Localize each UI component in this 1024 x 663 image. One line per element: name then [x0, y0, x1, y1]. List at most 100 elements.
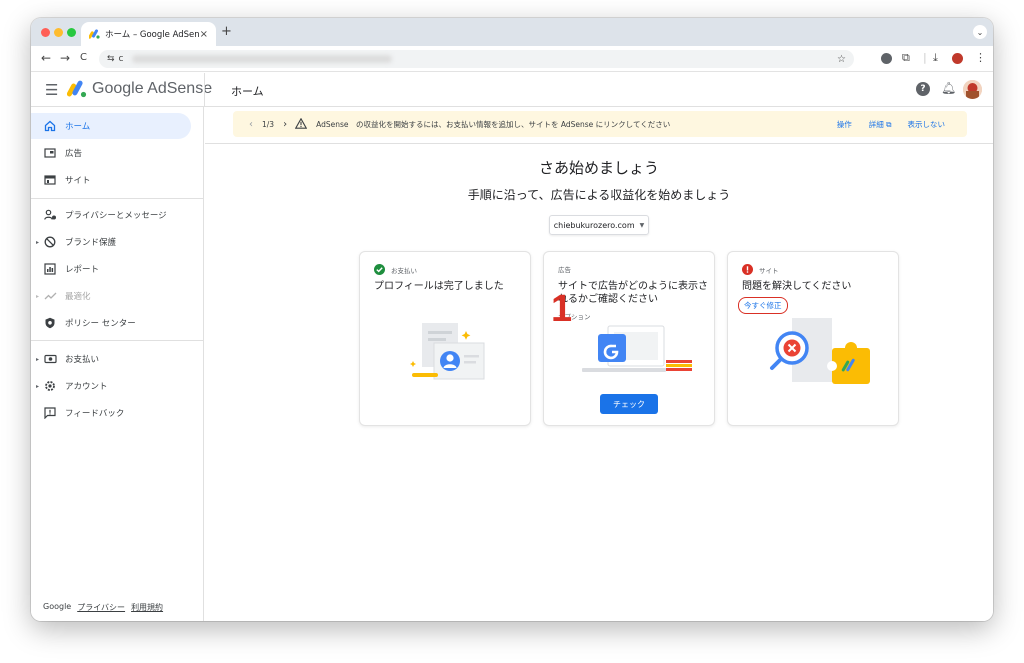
expand-arrow-icon[interactable]: ▸ [36, 356, 39, 363]
tab-title: ホーム – Google AdSense [105, 30, 200, 40]
bookmark-star-icon[interactable]: ☆ [837, 54, 846, 65]
sidebar-item-home[interactable]: ホーム [31, 113, 191, 139]
banner-next-icon[interactable]: › [283, 119, 287, 130]
ads-preview-card: 広告 サイトで広告がどのように表示されるかご確認ください オプション チェック [543, 251, 715, 426]
footer-brand: Google [43, 602, 72, 611]
annotation-number: 1 [551, 288, 573, 330]
sidebar-item-brand-safety[interactable]: ▸ ブランド保護 [31, 229, 191, 255]
ads-preview-illustration [582, 325, 692, 372]
download-icon[interactable]: ⤓ [933, 51, 938, 65]
page-heading: さあ始めましょう [538, 159, 659, 177]
card-tag: お支払い [374, 264, 417, 275]
sidebar-item-label: サイト [65, 176, 91, 186]
sidebar-item-label: フィードバック [65, 409, 125, 419]
feedback-icon [43, 406, 57, 420]
url-input[interactable]: ⇆ c ☆ [99, 50, 854, 68]
main-content: ‹ 1/3 › AdSense の収益化を開始するには、お支払い情報を追加し、サ… [205, 107, 993, 621]
sidebar-item-label: レポート [65, 265, 100, 275]
extension-icon[interactable] [881, 53, 892, 64]
policy-icon [43, 316, 57, 330]
sidebar-item-feedback[interactable]: フィードバック [31, 400, 191, 426]
fix-now-link[interactable]: 今すぐ修正 [738, 297, 788, 314]
toolbar-divider: | [923, 51, 927, 64]
banner-details-label: 詳細 [868, 119, 884, 129]
profile-avatar-icon[interactable] [952, 53, 963, 64]
adsense-logo[interactable]: Google AdSense [67, 80, 212, 98]
privacy-link[interactable]: プライバシー [77, 602, 125, 613]
address-bar-row: ← → C ⇆ c ☆ ⧉ | ⤓ ⋮ [31, 46, 993, 72]
back-button[interactable]: ← [41, 51, 51, 65]
banner-message: AdSense の収益化を開始するには、お支払い情報を追加し、サイトを AdSe… [316, 119, 671, 129]
sidebar-item-sites[interactable]: サイト [31, 167, 191, 193]
card-tag-label: 広告 [558, 266, 571, 274]
sidebar-item-label: ブランド保護 [65, 238, 117, 248]
site-info-icon[interactable]: ⇆ [107, 54, 115, 64]
page-subheading: 手順に沿って、広告による収益化を始めましょう [467, 188, 731, 202]
notification-banner: ‹ 1/3 › AdSense の収益化を開始するには、お支払い情報を追加し、サ… [233, 111, 967, 137]
card-tag: 広告 [558, 264, 571, 274]
reload-button[interactable]: C [80, 52, 87, 63]
browser-menu-icon[interactable]: ⋮ [975, 51, 986, 64]
browser-tab[interactable]: ホーム – Google AdSense × [81, 22, 216, 46]
sidebar-divider [31, 340, 204, 341]
banner-details-link[interactable]: 詳細 ⧉ [869, 119, 892, 130]
sidebar-item-reports[interactable]: レポート [31, 256, 191, 282]
adsense-logo-icon [67, 80, 87, 98]
main-menu-icon[interactable]: ☰ [45, 81, 58, 99]
card-tag-label: サイト [759, 266, 779, 275]
minimize-window-button[interactable] [54, 28, 63, 37]
banner-counter: 1/3 [262, 119, 275, 129]
card-tag: サイト [742, 264, 779, 275]
avatar-image-icon [963, 80, 982, 99]
help-icon[interactable]: ? [916, 82, 930, 96]
close-window-button[interactable] [41, 28, 50, 37]
expand-arrow-icon[interactable]: ▸ [36, 383, 39, 390]
card-title: サイトで広告がどのように表示されるかご確認ください [558, 281, 708, 305]
site-selector[interactable]: chiebukurozero.com ▼ [549, 215, 649, 235]
url-text: c [118, 54, 124, 64]
sites-icon [43, 173, 57, 187]
expand-arrow-icon: ▸ [36, 292, 40, 300]
profile-illustration [410, 323, 485, 380]
expand-arrow-icon[interactable]: ▸ [36, 239, 39, 246]
tab-close-icon[interactable]: × [200, 29, 208, 40]
banner-prev-icon[interactable]: ‹ [249, 119, 253, 130]
block-icon [43, 235, 57, 249]
card-title: プロフィールは完了しました [374, 281, 504, 292]
forward-button[interactable]: → [60, 51, 70, 65]
check-button[interactable]: チェック [600, 394, 658, 414]
new-tab-button[interactable]: + [221, 24, 232, 39]
account-avatar[interactable] [963, 80, 982, 99]
sidebar-item-label: プライバシーとメッセージ [65, 211, 167, 221]
reports-icon [43, 262, 57, 276]
sidebar-item-label: ポリシー センター [65, 319, 136, 329]
tab-search-button[interactable]: ⌄ [973, 25, 987, 39]
check-circle-icon [374, 264, 385, 275]
card-tag-label: お支払い [391, 266, 417, 275]
sidebar-item-label: 最適化 [65, 292, 91, 302]
banner-divider [205, 143, 993, 144]
optimize-icon [43, 289, 57, 303]
sidebar-item-policy-center[interactable]: ポリシー センター [31, 310, 191, 336]
tab-strip: ホーム – Google AdSense × + ⌄ [31, 18, 993, 46]
browser-window: ホーム – Google AdSense × + ⌄ ← → C ⇆ c ☆ ⧉… [31, 18, 993, 621]
header-divider [204, 73, 205, 107]
home-icon [43, 119, 57, 133]
ads-icon [43, 146, 57, 160]
terms-link[interactable]: 利用規約 [131, 602, 163, 613]
sidebar-item-payments[interactable]: ▸ お支払い [31, 346, 191, 372]
payments-icon [43, 352, 57, 366]
notifications-bell-icon[interactable]: 🔔︎ [941, 81, 956, 95]
sidebar-item-label: ホーム [65, 122, 91, 132]
site-selector-value: chiebukurozero.com [553, 220, 635, 230]
maximize-window-button[interactable] [67, 28, 76, 37]
puzzle-extensions-icon[interactable]: ⧉ [902, 51, 910, 65]
sidebar-item-label: アカウント [65, 382, 108, 392]
sidebar-item-privacy[interactable]: プライバシーとメッセージ [31, 202, 191, 228]
sidebar-item-ads[interactable]: 広告 [31, 140, 191, 166]
sidebar-item-account[interactable]: ▸ アカウント [31, 373, 191, 399]
sidebar: ホーム 広告 サイト プライバシーとメッセージ ▸ ブランド保護 レポート ▸ … [31, 107, 204, 621]
privacy-icon [43, 208, 57, 222]
banner-dismiss-link[interactable]: 表示しない [908, 119, 946, 130]
banner-action-link[interactable]: 操作 [837, 119, 852, 130]
